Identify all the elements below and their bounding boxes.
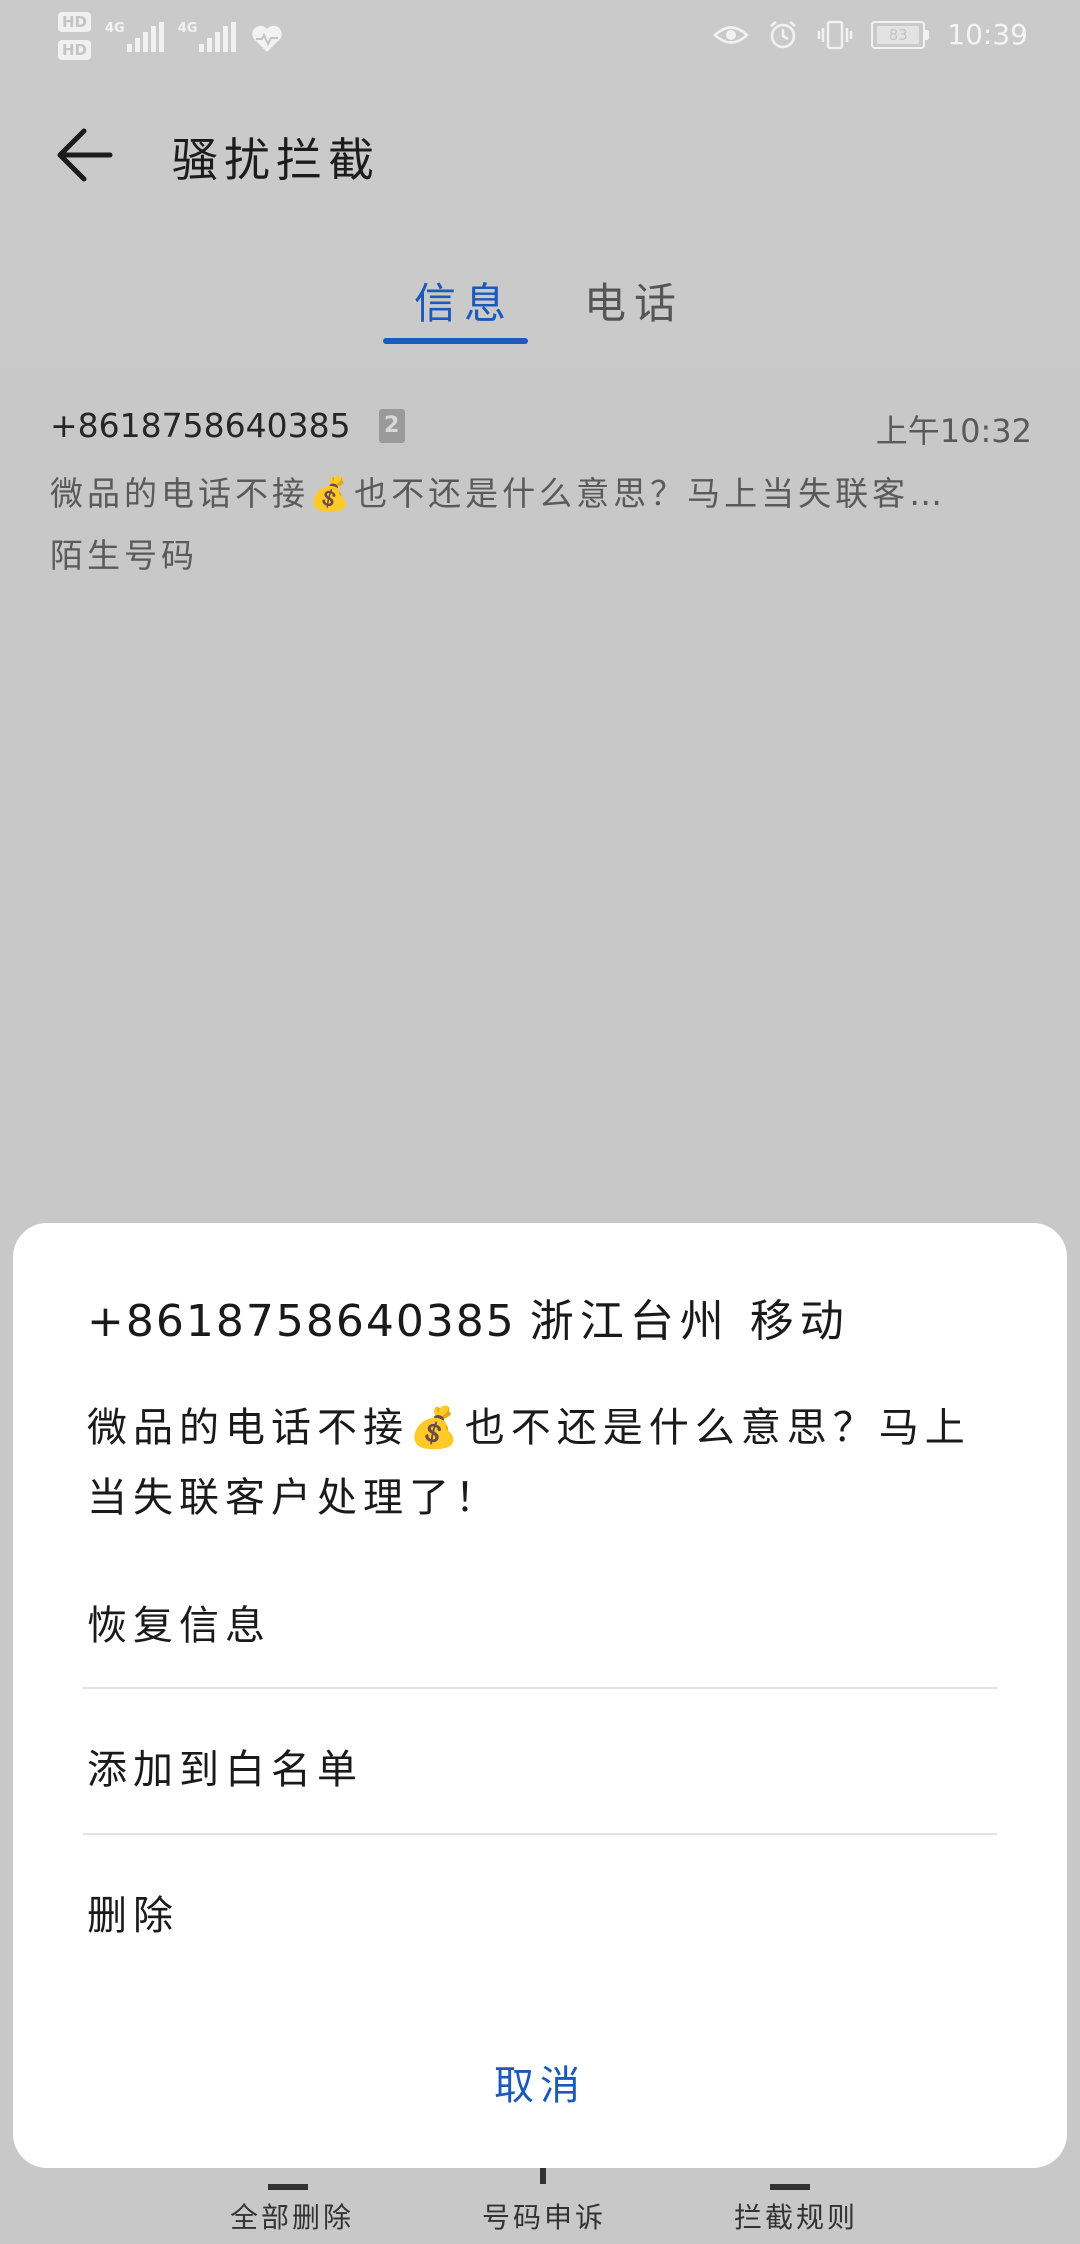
number-appeal-button[interactable]: 号码申诉 — [482, 2196, 606, 2236]
health-heart-icon — [252, 25, 283, 52]
divider — [83, 1687, 997, 1689]
sheet-message-body: 微品的电话不接💰也不还是什么意思？马上当失联客户处理了！ — [87, 1405, 971, 1521]
sheet-title: +8618758640385 浙江台州 移动 — [87, 1285, 850, 1349]
message-action-sheet: +8618758640385 浙江台州 移动 微品的电话不接💰也不还是什么意思？马… — [13, 1223, 1067, 2168]
status-time: 10:39 — [947, 18, 1028, 51]
alarm-icon — [770, 20, 797, 48]
message-number: +8618758640385 2 — [50, 406, 405, 445]
sim-card-icon: 2 — [378, 408, 405, 443]
tab-messages[interactable]: 信息 — [414, 270, 514, 331]
back-arrow-icon — [57, 128, 113, 182]
message-preview: 微品的电话不接💰也不还是什么意思？马上当失联客… — [50, 474, 947, 513]
hd-badge-1: HD — [58, 12, 92, 32]
restore-message-button[interactable]: 恢复信息 — [87, 1593, 271, 1651]
signal-2: 4G — [178, 22, 237, 52]
signal-bars-2-icon — [199, 22, 237, 52]
battery-icon: 83 — [871, 20, 930, 49]
cancel-button[interactable]: 取消 — [13, 2053, 1067, 2111]
delete-all-button[interactable]: 全部删除 — [230, 2196, 354, 2236]
tab-calls[interactable]: 电话 — [584, 270, 684, 331]
hd-badge-2: HD — [58, 40, 92, 60]
block-rules-button[interactable]: 拦截规则 — [734, 2196, 858, 2236]
sender-number: +8618758640385 — [50, 406, 351, 445]
network-type-1: 4G — [105, 21, 125, 36]
battery-level: 83 — [877, 25, 920, 44]
back-button[interactable] — [44, 120, 124, 190]
network-type-2: 4G — [177, 21, 198, 36]
status-left: HD HD 4G 4G — [58, 12, 284, 60]
status-right: 83 10:39 — [713, 18, 1028, 51]
tab-bar: 信息 电话 — [0, 250, 1080, 368]
signal-1: 4G — [105, 22, 164, 52]
page-title: 骚扰拦截 — [172, 133, 380, 187]
divider — [83, 1833, 997, 1835]
active-tab-indicator — [383, 338, 528, 344]
list-item[interactable]: +8618758640385 2 上午10:32 微品的电话不接💰也不还是什么意… — [50, 406, 1032, 577]
hd-indicators: HD HD — [58, 12, 92, 60]
eye-comfort-icon — [713, 25, 750, 44]
message-time: 上午10:32 — [875, 412, 1032, 450]
status-bar: HD HD 4G 4G 83 10:39 — [0, 0, 1080, 80]
delete-button[interactable]: 删除 — [87, 1883, 179, 1941]
sheet-location: 浙江台州 移动 — [529, 1296, 850, 1347]
add-to-whitelist-button[interactable]: 添加到白名单 — [87, 1737, 363, 1795]
app-bar: 骚扰拦截 — [0, 100, 1080, 210]
signal-bars-1-icon — [126, 22, 164, 52]
sheet-number: +8618758640385 — [87, 1296, 516, 1347]
vibrate-icon — [818, 20, 853, 49]
message-tag: 陌生号码 — [50, 536, 198, 575]
